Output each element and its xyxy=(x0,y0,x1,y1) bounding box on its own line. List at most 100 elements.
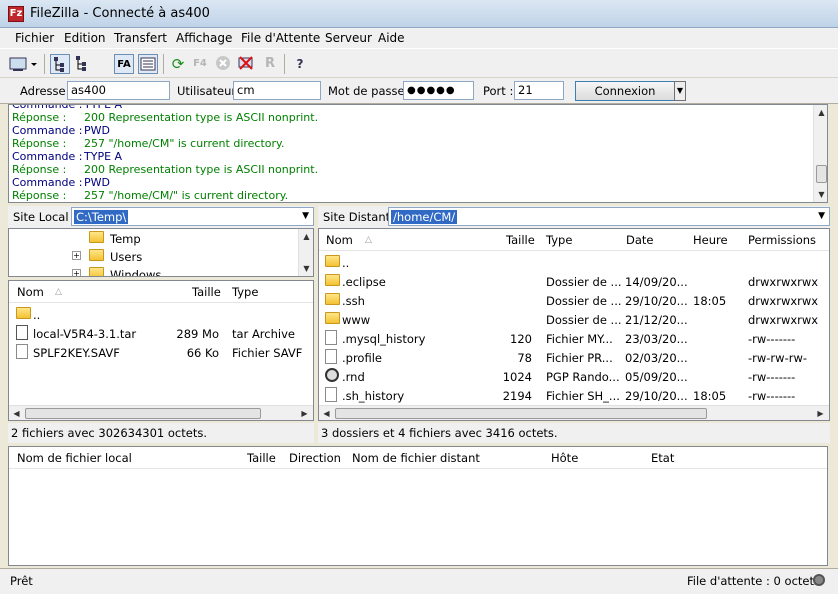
message-log[interactable]: Commande : TYPE A Réponse :200 Representat… xyxy=(8,104,828,203)
transfer-queue[interactable]: Nom de fichier local Taille Direction No… xyxy=(8,446,828,566)
column-header-type[interactable]: Type xyxy=(546,233,572,247)
column-header-size[interactable]: Taille xyxy=(506,233,535,247)
process-queue-icon[interactable]: F4 xyxy=(190,54,210,74)
remote-hscroll-thumb[interactable] xyxy=(335,408,707,419)
remote-list-hscrollbar[interactable]: ◀ ▶ xyxy=(319,405,829,420)
column-header-name[interactable]: Nom xyxy=(326,233,353,247)
menu-fichier[interactable]: Fichier xyxy=(15,31,54,45)
local-list-hscrollbar[interactable]: ◀ ▶ xyxy=(9,405,313,420)
menu-transfert[interactable]: Transfert xyxy=(114,31,167,45)
expand-icon[interactable]: + xyxy=(72,269,81,276)
chevron-down-icon[interactable]: ▼ xyxy=(818,211,825,221)
local-path-combo[interactable]: C:\Temp\ ▼ xyxy=(71,207,314,226)
file-row[interactable]: .mysql_history 120 Fichier MY... 23/03/20..… xyxy=(319,329,829,348)
folder-icon xyxy=(89,249,104,261)
menu-aide[interactable]: Aide xyxy=(378,31,405,45)
sort-asc-icon: △ xyxy=(55,287,62,297)
menu-edition[interactable]: Edition xyxy=(64,31,106,45)
scroll-right-icon[interactable]: ▶ xyxy=(813,406,828,420)
column-header-size[interactable]: Taille xyxy=(247,451,276,465)
reconnect-icon[interactable]: R xyxy=(260,54,280,74)
scroll-left-icon[interactable]: ◀ xyxy=(9,406,24,420)
local-hscroll-thumb[interactable] xyxy=(25,408,261,419)
site-manager-icon[interactable] xyxy=(8,54,38,74)
scroll-up-icon[interactable]: ▲ xyxy=(814,105,827,120)
file-row[interactable]: .ssh Dossier de ... 29/10/20... 18:05 drwxrw… xyxy=(319,291,829,310)
column-header-local-filename[interactable]: Nom de fichier local xyxy=(17,451,132,465)
file-type: tar Archive xyxy=(232,327,295,341)
help-icon[interactable]: ? xyxy=(290,54,310,74)
log-scrollbar[interactable]: ▲ ▼ xyxy=(813,105,827,202)
tree-item-temp[interactable]: Temp xyxy=(9,229,313,248)
filezilla-app-icon[interactable]: Fz xyxy=(8,6,24,22)
remote-path-combo[interactable]: /home/CM/ ▼ xyxy=(388,207,830,226)
scroll-down-icon[interactable]: ▼ xyxy=(299,261,313,276)
file-size: 289 Mo xyxy=(176,327,219,341)
file-row[interactable]: www Dossier de ... 21/12/20... drwxrwxrwx xyxy=(319,310,829,329)
cancel-icon[interactable] xyxy=(213,54,233,74)
scroll-up-icon[interactable]: ▲ xyxy=(299,229,313,244)
host-input[interactable]: as400 xyxy=(67,81,170,100)
column-header-host[interactable]: Hôte xyxy=(551,451,578,465)
refresh-icon[interactable]: ⟳ xyxy=(168,54,188,74)
menu-file-attente[interactable]: File d'Attente xyxy=(241,31,320,45)
toggle-queue-icon[interactable] xyxy=(138,54,158,74)
queue-header: Nom de fichier local Taille Direction No… xyxy=(9,447,827,469)
expand-icon[interactable]: + xyxy=(72,251,81,260)
file-name: .. xyxy=(33,308,41,322)
log-value: PWD xyxy=(84,176,110,189)
file-type: Dossier de ... xyxy=(546,313,622,327)
file-row[interactable]: .. xyxy=(319,253,829,272)
chevron-down-icon[interactable]: ▼ xyxy=(302,211,309,221)
column-header-direction[interactable]: Direction xyxy=(289,451,341,465)
remote-path[interactable]: /home/CM/ xyxy=(391,210,458,224)
scroll-right-icon[interactable]: ▶ xyxy=(297,406,312,420)
file-permissions: -rw------- xyxy=(748,332,796,346)
tree-item-windows[interactable]: + Windows xyxy=(9,265,313,277)
file-permissions: drwxrwxrwx xyxy=(748,294,819,308)
column-header-size[interactable]: Taille xyxy=(192,285,221,299)
tree-item-users[interactable]: + Users xyxy=(9,247,313,266)
local-site-bar: Site Local : C:\Temp\ ▼ xyxy=(8,206,314,228)
file-row[interactable]: .eclipse Dossier de ... 14/09/20... drwxrwx… xyxy=(319,272,829,291)
scroll-down-icon[interactable]: ▼ xyxy=(814,187,827,202)
scroll-left-icon[interactable]: ◀ xyxy=(319,406,334,420)
file-row[interactable]: .profile 78 Fichier PR... 02/03/20... -rw-rw… xyxy=(319,348,829,367)
column-header-date[interactable]: Date xyxy=(626,233,654,247)
password-input[interactable]: ●●●●● xyxy=(403,81,474,100)
toggle-remote-tree-icon[interactable]: FA xyxy=(114,54,134,74)
column-header-type[interactable]: Type xyxy=(232,285,258,299)
menu-serveur[interactable]: Serveur xyxy=(325,31,372,45)
toggle-local-tree-icon[interactable] xyxy=(72,54,92,74)
column-header-remote-filename[interactable]: Nom de fichier distant xyxy=(352,451,480,465)
file-row[interactable]: local-V5R4-3.1.tar 289 Mo tar Archive xyxy=(9,324,313,343)
user-input[interactable]: cm xyxy=(233,81,321,100)
log-value: TYPE A xyxy=(84,104,123,111)
log-scroll-thumb[interactable] xyxy=(816,165,827,183)
disconnect-icon[interactable] xyxy=(236,54,256,74)
local-path[interactable]: C:\Temp\ xyxy=(74,210,129,224)
file-type: Fichier SAVF xyxy=(232,346,303,360)
file-row[interactable]: .. xyxy=(9,305,313,324)
file-name: SPLF2KEY.SAVF xyxy=(33,346,120,360)
local-tree-scrollbar[interactable]: ▲ ▼ xyxy=(298,229,313,276)
log-value: 200 Representation type is ASCII nonprin… xyxy=(84,111,319,124)
local-tree[interactable]: Temp + Users + Windows ▲ ▼ xyxy=(8,228,314,277)
column-header-permissions[interactable]: Permissions xyxy=(748,233,816,247)
column-header-time[interactable]: Heure xyxy=(693,233,728,247)
menu-affichage[interactable]: Affichage xyxy=(176,31,232,45)
column-header-name[interactable]: Nom xyxy=(17,285,44,299)
tree-item-label: Windows xyxy=(110,268,162,277)
activity-indicator-icon xyxy=(813,574,825,586)
quickconnect-button[interactable]: Connexion Rapide xyxy=(575,81,675,116)
toggle-log-icon[interactable] xyxy=(50,54,70,74)
tree-item-label: Temp xyxy=(110,232,141,246)
file-row[interactable]: .rnd 1024 PGP Rando... 05/09/20... -rw------… xyxy=(319,367,829,386)
quickconnect-dropdown-icon[interactable]: ▼ xyxy=(674,81,686,101)
file-row[interactable]: .sh_history 2194 Fichier SH_... 29/10/20...… xyxy=(319,386,829,405)
remote-file-list[interactable]: Nom △ Taille Type Date Heure Permissions… xyxy=(318,228,830,421)
port-input[interactable]: 21 xyxy=(514,81,564,100)
local-file-list[interactable]: Nom △ Taille Type .. local-V5R4-3.1.tar 28… xyxy=(8,280,314,421)
column-header-state[interactable]: Etat xyxy=(651,451,674,465)
file-row[interactable]: SPLF2KEY.SAVF 66 Ko Fichier SAVF xyxy=(9,343,313,362)
